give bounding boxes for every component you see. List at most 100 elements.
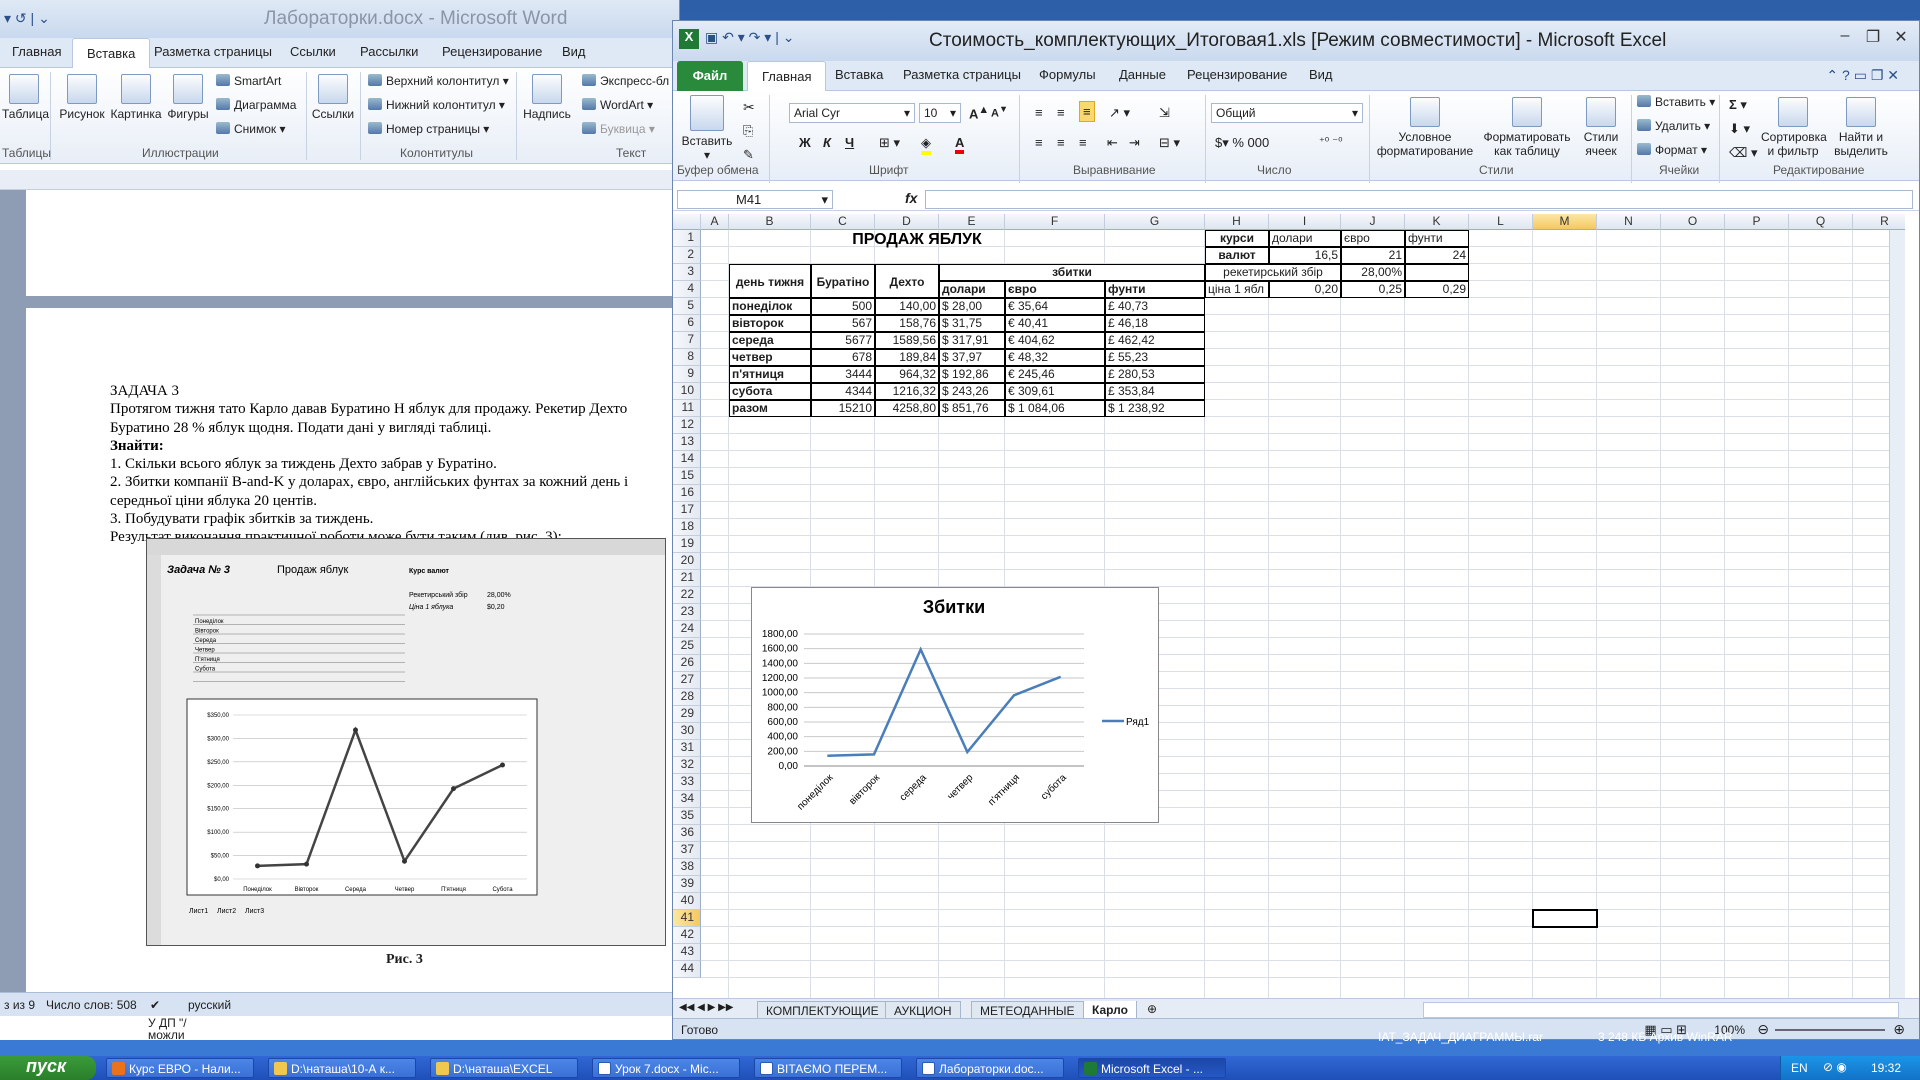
sheet-title[interactable]: ПРОДАЖ ЯБЛУК	[729, 230, 1105, 264]
language-indicator[interactable]: EN	[1791, 1061, 1808, 1075]
sheet-tab-meteo[interactable]: МЕТЕОДАННЫЕ	[971, 1001, 1084, 1019]
font-size-combo[interactable]: 10 ▾	[919, 103, 961, 123]
wordart-button[interactable]: WordArt ▾	[582, 98, 653, 112]
row-header[interactable]: 9	[673, 366, 701, 383]
close-icon[interactable]: ✕	[1889, 27, 1913, 47]
column-header[interactable]: D	[875, 214, 939, 230]
clear-icon[interactable]: ⌫ ▾	[1729, 145, 1758, 161]
figure-3-screenshot[interactable]: Задача № 3 Продаж яблук Курс валют Рекет…	[146, 538, 666, 946]
task-folder-excel[interactable]: D:\наташа\EXCEL	[430, 1058, 578, 1078]
header-gbp[interactable]: фунти	[1105, 281, 1205, 298]
usd-cell[interactable]: $ 28,00	[939, 298, 1005, 315]
row-header[interactable]: 25	[673, 638, 701, 655]
gbp-cell[interactable]: £ 55,23	[1105, 349, 1205, 366]
day-cell[interactable]: четвер	[729, 349, 811, 366]
copy-icon[interactable]: ⎘	[743, 123, 753, 139]
insert-cells-button[interactable]: Вставить ▾	[1637, 95, 1715, 109]
eur-cell[interactable]: € 245,46	[1005, 366, 1105, 383]
help-icon[interactable]: ⌃ ? ▭ ❐ ✕	[1826, 67, 1899, 84]
page-number-button[interactable]: Номер страницы ▾	[368, 122, 489, 136]
gbp-cell[interactable]: £ 462,42	[1105, 332, 1205, 349]
orientation-icon[interactable]: ↗ ▾	[1109, 105, 1130, 121]
horizontal-scrollbar[interactable]	[1423, 1002, 1899, 1018]
day-cell[interactable]: субота	[729, 383, 811, 400]
align-bottom-icon[interactable]: ≡	[1079, 101, 1095, 122]
row-header[interactable]: 16	[673, 485, 701, 502]
row-header[interactable]: 43	[673, 944, 701, 961]
column-header[interactable]: R	[1853, 214, 1905, 230]
header-losses[interactable]: збитки	[939, 264, 1205, 281]
day-cell[interactable]: середа	[729, 332, 811, 349]
row-header[interactable]: 32	[673, 757, 701, 774]
row-header[interactable]: 36	[673, 825, 701, 842]
document-page-2[interactable]: ЗАДАЧА 3 Протягом тижня тато Карло давав…	[26, 308, 686, 992]
format-table-button[interactable]: Форматировать как таблицу	[1479, 97, 1575, 158]
row-header[interactable]: 23	[673, 604, 701, 621]
name-box[interactable]: M41 ▾	[677, 190, 833, 209]
header-eur[interactable]: євро	[1005, 281, 1105, 298]
reket-label[interactable]: рекетирський збір	[1205, 264, 1341, 281]
eur-cell[interactable]: $ 1 084,06	[1005, 400, 1105, 417]
price-gbp[interactable]: 0,29	[1405, 281, 1469, 298]
row-header[interactable]: 44	[673, 961, 701, 978]
row-header[interactable]: 41	[673, 910, 701, 927]
row-header[interactable]: 20	[673, 553, 701, 570]
word-tab-references[interactable]: Ссылки	[290, 44, 336, 59]
day-cell[interactable]: п'ятниця	[729, 366, 811, 383]
dehto-cell[interactable]: 1216,32	[875, 383, 939, 400]
undo-icon[interactable]: ▾ ↺ | ⌄	[4, 10, 50, 27]
cell-styles-button[interactable]: Стили ячеек	[1575, 97, 1627, 158]
row-header[interactable]: 40	[673, 893, 701, 910]
row-header[interactable]: 14	[673, 451, 701, 468]
row-header[interactable]: 30	[673, 723, 701, 740]
worksheet-grid[interactable]: ABCDEFGHIJKLMNOPQR 1 2 3 4 5 6 7 8 9 10 11 12 13 14 15…	[673, 214, 1905, 998]
eur-cell[interactable]: € 40,41	[1005, 315, 1105, 332]
sheet-tab-components[interactable]: КОМПЛЕКТУЮЩИЕ	[757, 1001, 888, 1019]
row-header[interactable]: 35	[673, 808, 701, 825]
snapshot-button[interactable]: Снимок ▾	[216, 122, 286, 136]
fx-icon[interactable]: fx	[905, 190, 917, 206]
document-area[interactable]: ЗАДАЧА 3 Протягом тижня тато Карло давав…	[0, 190, 686, 992]
wrap-text-icon[interactable]: ⇲	[1159, 105, 1170, 121]
day-cell[interactable]: понеділок	[729, 298, 811, 315]
font-color-icon[interactable]: A	[955, 135, 965, 154]
header-button[interactable]: Верхний колонтитул ▾	[368, 74, 509, 88]
gbp-cell[interactable]: £ 353,84	[1105, 383, 1205, 400]
reket-empty[interactable]	[1405, 264, 1469, 281]
eur-cell[interactable]: € 35,64	[1005, 298, 1105, 315]
row-header[interactable]: 27	[673, 672, 701, 689]
excel-tab-insert[interactable]: Вставка	[835, 67, 883, 82]
row-header[interactable]: 38	[673, 859, 701, 876]
dehto-cell[interactable]: 964,32	[875, 366, 939, 383]
textbox-button[interactable]: Надпись	[520, 74, 574, 121]
dehto-cell[interactable]: 189,84	[875, 349, 939, 366]
word-tab-insert[interactable]: Вставка	[72, 38, 151, 69]
sort-filter-button[interactable]: Сортировка и фильтр	[1761, 97, 1827, 158]
dehto-cell[interactable]: 1589,56	[875, 332, 939, 349]
quick-access-toolbar[interactable]: ▣ ↶ ▾ ↷ ▾ | ⌄	[705, 29, 794, 46]
rate-usd-label[interactable]: долари	[1269, 230, 1341, 247]
row-header[interactable]: 31	[673, 740, 701, 757]
usd-cell[interactable]: $ 31,75	[939, 315, 1005, 332]
rate-gbp-label[interactable]: фунти	[1405, 230, 1469, 247]
picture-button[interactable]: Рисунок	[56, 74, 108, 121]
shapes-button[interactable]: Фигуры	[164, 74, 212, 121]
task-firefox[interactable]: Курс ЕВРО - Нали...	[106, 1058, 254, 1078]
footer-button[interactable]: Нижний колонтитул ▾	[368, 98, 505, 112]
express-button[interactable]: Экспресс-бл	[582, 74, 669, 88]
word-tab-home[interactable]: Главная	[12, 44, 61, 59]
find-select-button[interactable]: Найти и выделить	[1829, 97, 1893, 158]
dehto-cell[interactable]: 158,76	[875, 315, 939, 332]
row-header[interactable]: 6	[673, 315, 701, 332]
links-button[interactable]: Ссылки	[310, 74, 356, 121]
delete-cells-button[interactable]: Удалить ▾	[1637, 119, 1710, 133]
column-header[interactable]: H	[1205, 214, 1269, 230]
vertical-scrollbar[interactable]	[1889, 230, 1905, 998]
day-cell[interactable]: разом	[729, 400, 811, 417]
format-painter-icon[interactable]: ✎	[743, 147, 754, 163]
word-count[interactable]: Число слов: 508	[46, 998, 137, 1012]
start-button[interactable]: пуск	[0, 1056, 96, 1080]
task-word-laboratorki[interactable]: Лабораторки.doc...	[916, 1058, 1064, 1078]
fill-icon[interactable]: ⬇ ▾	[1729, 121, 1750, 137]
restore-icon[interactable]: ❐	[1861, 27, 1885, 47]
